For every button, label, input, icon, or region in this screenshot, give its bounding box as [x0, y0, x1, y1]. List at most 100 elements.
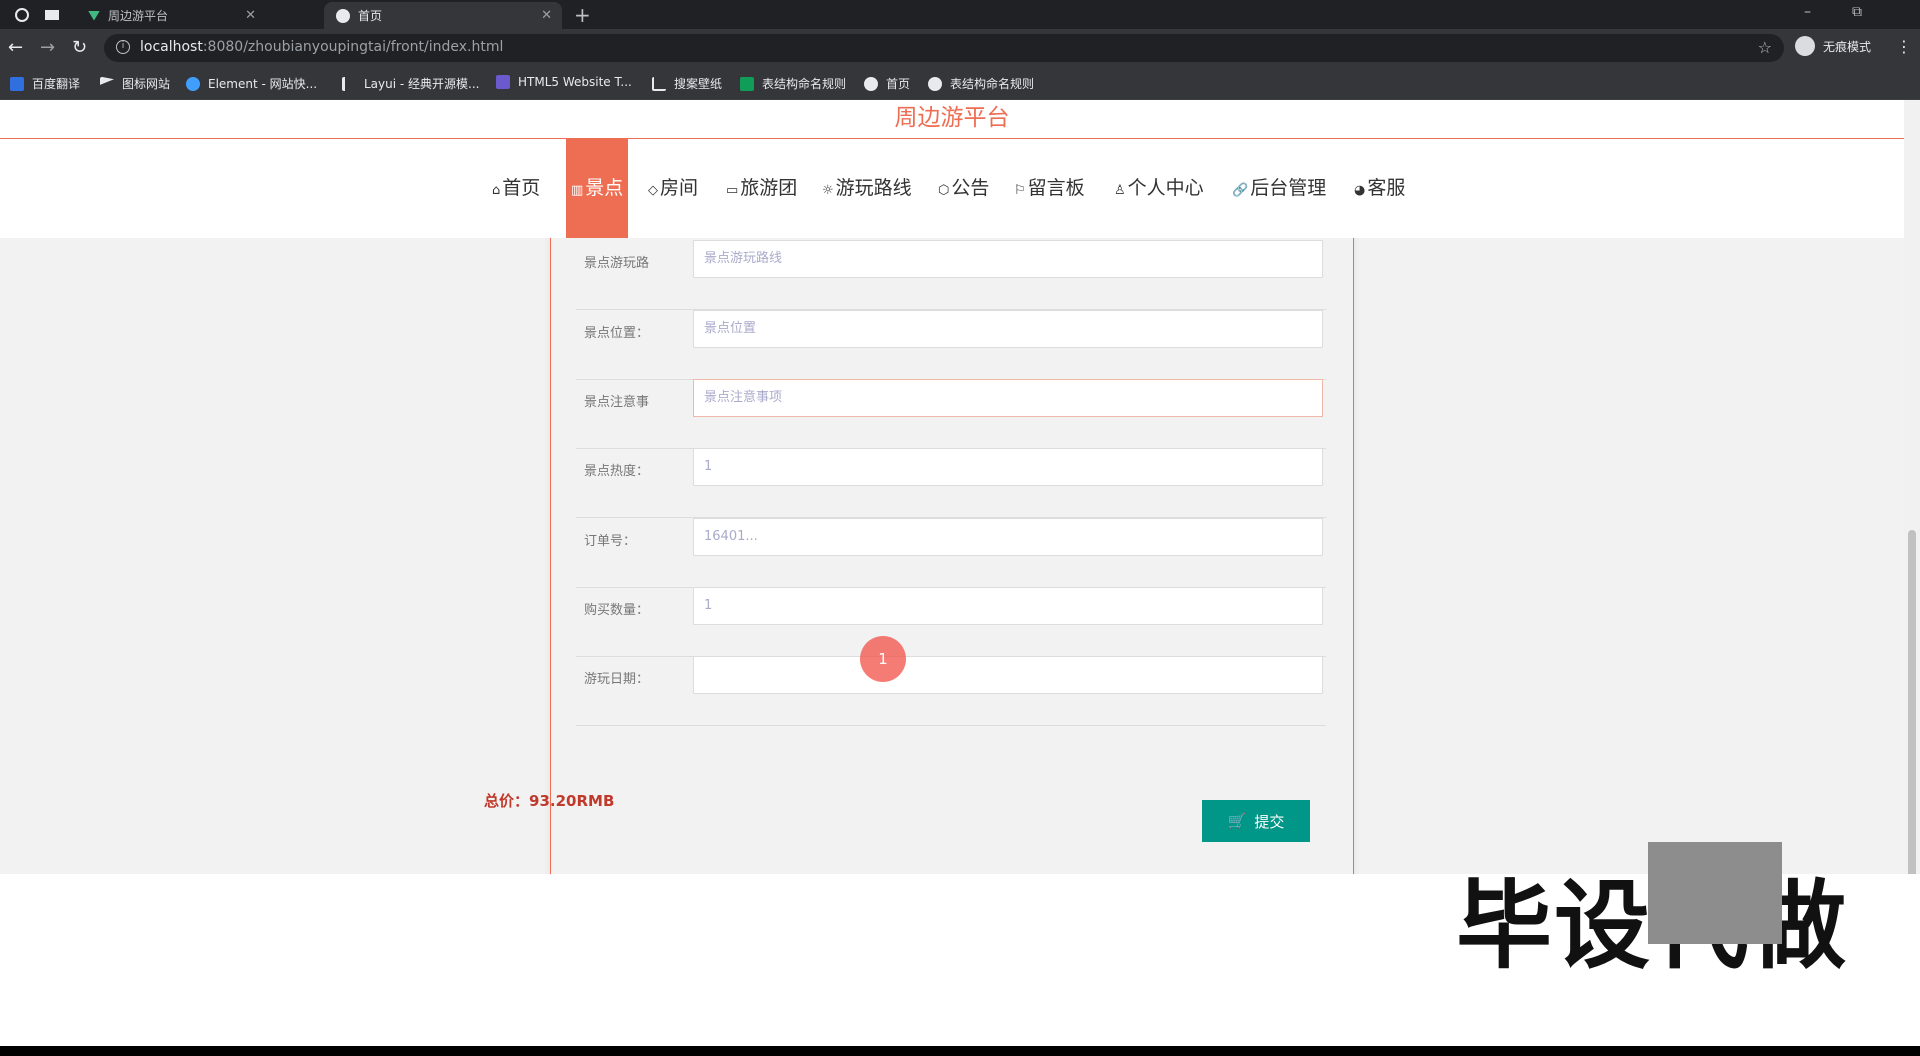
quantity-input[interactable]: 1 [693, 587, 1323, 625]
home-icon: ⌂ [492, 183, 501, 198]
click-indicator: 1 [860, 636, 906, 682]
mail-icon[interactable] [44, 7, 60, 23]
minimize-icon[interactable]: – [1804, 4, 1811, 20]
bookmark-item[interactable]: 首页 [864, 75, 910, 92]
nav-scenic[interactable]: ▥ 景点 [566, 138, 629, 238]
layui-icon [342, 76, 356, 91]
bookmark-label: 首页 [886, 77, 911, 91]
field-label: 景点位置： [584, 326, 650, 341]
field-label: 景点游玩路 [584, 256, 650, 271]
bookmark-item[interactable]: 搜案壁纸 [652, 75, 722, 92]
field-label: 游玩日期： [584, 672, 650, 687]
field-label: 订单号： [584, 534, 637, 549]
bookmark-item[interactable]: Element - 网站快... [186, 75, 317, 92]
tag-icon: ◇ [648, 183, 658, 198]
nav-label: 首页 [502, 177, 541, 199]
url-text: localhost:8080/zhoubianyoupingtai/front/… [140, 39, 504, 55]
cart-icon: 🛒 [1227, 813, 1247, 830]
cube-icon: ⬡ [938, 183, 950, 198]
nav-label: 房间 [660, 177, 699, 199]
translate-icon [10, 76, 24, 91]
nav-label: 游玩路线 [835, 177, 912, 199]
nav-service[interactable]: ◕ 客服 [1354, 138, 1405, 238]
field-label: 景点热度： [584, 464, 650, 479]
flag-icon: ▭ [726, 183, 739, 198]
back-icon[interactable]: ← [8, 37, 23, 58]
nav-tour-group[interactable]: ▭ 旅游团 [726, 138, 797, 238]
route-input[interactable]: 景点游玩路线 [693, 240, 1323, 278]
bookmark-label: HTML5 Website T... [518, 75, 632, 89]
nav-label: 留言板 [1027, 177, 1085, 199]
new-tab-icon[interactable]: + [574, 3, 591, 27]
bookmark-item[interactable]: Layui - 经典开源模... [342, 75, 479, 92]
element-icon [186, 76, 200, 91]
url-field[interactable]: i localhost:8080/zhoubianyoupingtai/fron… [104, 34, 1784, 62]
reload-icon[interactable]: ↻ [72, 37, 87, 58]
flag-outline-icon: ⚐ [1014, 183, 1026, 198]
tab-home[interactable]: 首页 ✕ [324, 2, 562, 29]
nav-label: 客服 [1367, 177, 1406, 199]
pinned-tab-icon[interactable] [14, 7, 30, 23]
restore-icon[interactable]: ⧉ [1852, 4, 1862, 20]
bookmark-star-icon[interactable]: ☆ [1758, 38, 1772, 57]
form-row-order-no: 订单号： 16401... [576, 518, 1326, 588]
tab-title: 周边游平台 [108, 9, 169, 23]
nav-home[interactable]: ⌂ 首页 [492, 138, 540, 238]
globe-icon [336, 8, 350, 23]
vue-icon [88, 10, 100, 21]
bookmark-item[interactable]: 表结构命名规则 [740, 75, 846, 92]
nav-label: 景点 [585, 177, 624, 199]
close-icon[interactable]: ✕ [541, 8, 552, 23]
form-row-route: 景点游玩路 景点游玩路线 [576, 240, 1326, 310]
page-content: 景点游玩路 景点游玩路线 景点位置： 景点位置 景点注意事 景点注意事项 景点热… [0, 100, 1904, 974]
form-row-location: 景点位置： 景点位置 [576, 310, 1326, 380]
order-number-input[interactable]: 16401... [693, 518, 1323, 556]
forward-icon[interactable]: → [40, 37, 55, 58]
nav-admin[interactable]: 🔗 后台管理 [1232, 138, 1326, 238]
total-price: 总价：93.20RMB [484, 790, 614, 811]
bookmark-item[interactable]: 表结构命名规则 [928, 75, 1034, 92]
location-input[interactable]: 景点位置 [693, 310, 1323, 348]
bookmark-item[interactable]: HTML5 Website T... [496, 75, 632, 89]
popularity-input[interactable]: 1 [693, 448, 1323, 486]
globe-icon [928, 76, 942, 91]
nav-routes[interactable]: ☼ 游玩路线 [822, 138, 912, 238]
incognito-icon [1795, 36, 1815, 56]
nav-label: 旅游团 [740, 177, 798, 199]
form-row-notes: 景点注意事 景点注意事项 [576, 379, 1326, 449]
bookmark-label: Element - 网站快... [208, 77, 318, 91]
incognito-label: 无痕模式 [1823, 39, 1872, 54]
bookmark-item[interactable]: 图标网站 [100, 75, 170, 92]
notes-input[interactable]: 景点注意事项 [693, 379, 1323, 417]
submit-button[interactable]: 🛒 提交 [1202, 800, 1310, 842]
nav-rooms[interactable]: ◇ 房间 [648, 138, 698, 238]
screen: 周边游平台 ✕ 首页 ✕ + – ⧉ ← → ↻ i localhost:808… [0, 0, 1920, 1056]
browser-tabbar: 周边游平台 ✕ 首页 ✕ + – ⧉ [0, 0, 1920, 29]
page-scrollbar[interactable] [1904, 100, 1920, 974]
nav-profile[interactable]: ♙ 个人中心 [1114, 138, 1204, 238]
field-label: 购买数量： [584, 603, 650, 618]
bookmarks-bar: 百度翻译 图标网站 Element - 网站快... Layui - 经典开源模… [0, 67, 1920, 100]
bookmark-item[interactable]: 百度翻译 [10, 75, 80, 92]
total-label: 总价： [484, 792, 530, 810]
flag-icon [100, 76, 114, 85]
bookmark-label: 搜案壁纸 [674, 77, 723, 91]
date-input[interactable] [693, 656, 1323, 694]
info-icon[interactable]: i [116, 40, 130, 54]
bookmark-label: 百度翻译 [32, 77, 81, 91]
nav-notice[interactable]: ⬡ 公告 [938, 138, 989, 238]
nav-label: 后台管理 [1250, 177, 1327, 199]
menu-icon[interactable]: ⋮ [1896, 37, 1912, 56]
bookmark-label: Layui - 经典开源模... [364, 77, 480, 91]
nav-label: 个人中心 [1127, 177, 1204, 199]
submit-label: 提交 [1254, 813, 1285, 831]
site-title: 周边游平台 [894, 105, 1010, 131]
tab-site[interactable]: 周边游平台 ✕ [76, 2, 266, 29]
incognito-indicator[interactable]: 无痕模式 [1795, 36, 1871, 56]
main-nav: ⌂ 首页 ▥ 景点 ◇ 房间 ▭ 旅游团 ☼ 游玩路线 ⬡ 公告 ⚐ 留言板 ♙ 个人中心 🔗 后… [0, 138, 1904, 238]
wallpaper-icon [652, 76, 666, 91]
globe-icon [864, 76, 878, 91]
screen-bottom-edge [0, 1046, 1920, 1056]
close-icon[interactable]: ✕ [245, 8, 256, 23]
nav-message-board[interactable]: ⚐ 留言板 [1014, 138, 1085, 238]
